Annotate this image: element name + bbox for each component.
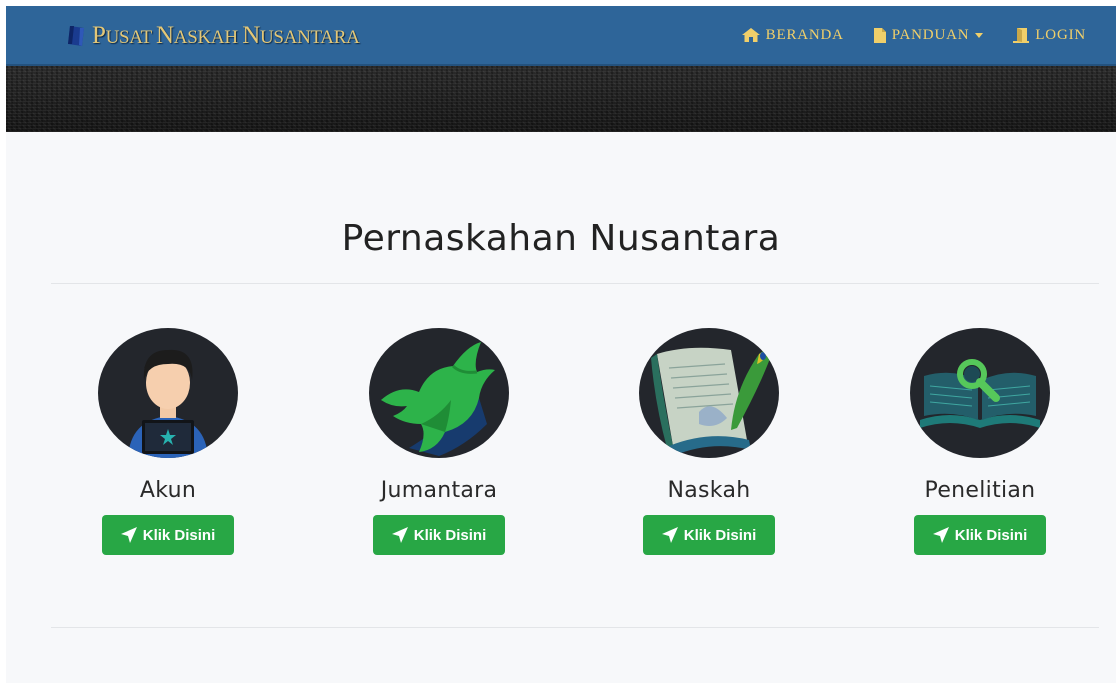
nav-panduan[interactable]: PANDUAN xyxy=(873,26,984,44)
home-icon xyxy=(741,28,760,42)
brand-title: PUSAT NASKAH NUSANTARA xyxy=(92,22,360,49)
paper-plane-icon xyxy=(391,527,408,543)
card-akun-label: Akun xyxy=(139,478,197,503)
card-image xyxy=(910,328,1050,458)
penelitian-klik-disini-button[interactable]: Klik Disini xyxy=(914,515,1046,555)
navbar: PUSAT NASKAH NUSANTARA BERANDA PANDUAN L… xyxy=(6,6,1116,66)
card-penelitian: Penelitian Klik Disini xyxy=(880,328,1080,555)
textured-banner xyxy=(6,66,1116,132)
nav-login-label: LOGIN xyxy=(1035,26,1086,43)
paper-plane-icon xyxy=(661,527,678,543)
green-bird-icon xyxy=(381,342,495,456)
manuscript-quill-icon xyxy=(651,347,773,456)
paper-plane-icon xyxy=(120,527,137,543)
naskah-klik-disini-button[interactable]: Klik Disini xyxy=(643,515,775,555)
file-icon xyxy=(873,27,886,43)
page-title: Pernaskahan Nusantara xyxy=(341,218,781,259)
jumantara-klik-disini-button[interactable]: Klik Disini xyxy=(373,515,505,555)
book-magnifier-icon xyxy=(920,359,1040,428)
card-image xyxy=(369,328,509,458)
card-penelitian-label: Penelitian xyxy=(924,478,1036,503)
title-divider xyxy=(51,283,1099,284)
chevron-down-icon xyxy=(975,32,984,38)
card-jumantara: Jumantara Klik Disini xyxy=(339,328,539,555)
card-image xyxy=(639,328,779,458)
nav-panduan-label: PANDUAN xyxy=(891,26,970,43)
card-naskah: Naskah Klik Disini xyxy=(609,328,809,555)
card-akun: Akun Klik Disini xyxy=(68,328,268,555)
user-laptop-icon xyxy=(128,349,208,458)
bottom-divider xyxy=(51,627,1099,628)
jumantara-button-label: Klik Disini xyxy=(413,526,487,544)
paper-plane-icon xyxy=(932,527,949,543)
naskah-button-label: Klik Disini xyxy=(683,526,757,544)
door-icon xyxy=(1013,27,1030,43)
nav-beranda[interactable]: BERANDA xyxy=(741,26,844,44)
card-jumantara-label: Jumantara xyxy=(380,478,498,503)
brand-link[interactable]: PUSAT NASKAH NUSANTARA xyxy=(66,21,360,51)
akun-klik-disini-button[interactable]: Klik Disini xyxy=(102,515,234,555)
card-naskah-label: Naskah xyxy=(667,478,751,503)
nav-beranda-label: BERANDA xyxy=(765,26,844,43)
main-nav: BERANDA PANDUAN LOGIN xyxy=(712,6,1086,64)
penelitian-button-label: Klik Disini xyxy=(954,526,1028,544)
page: PUSAT NASKAH NUSANTARA BERANDA PANDUAN L… xyxy=(6,6,1116,683)
nav-login[interactable]: LOGIN xyxy=(1013,27,1086,44)
scroll-logo-icon xyxy=(68,26,84,46)
card-image xyxy=(98,328,238,458)
akun-button-label: Klik Disini xyxy=(142,526,216,544)
